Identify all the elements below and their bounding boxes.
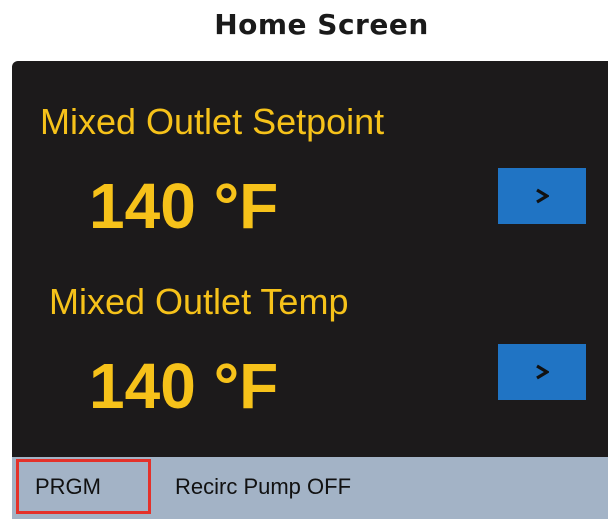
recirc-pump-status: Recirc Pump OFF [175,474,352,499]
page-title: Home Screen [214,8,429,41]
setpoint-detail-button[interactable] [498,168,586,224]
chevron-right-icon [535,188,549,204]
outlet-temp-detail-button[interactable] [498,344,586,400]
prgm-button-label: PRGM [35,473,101,499]
home-screen-page: Home Screen Mixed Outlet Setpoint 140 °F… [0,0,608,519]
setpoint-label: Mixed Outlet Setpoint [40,101,385,142]
outlet-temp-label: Mixed Outlet Temp [49,281,349,322]
setpoint-value: 140 °F [89,170,279,242]
prgm-button[interactable]: PRGM [16,459,151,514]
status-bar: PRGM Recirc Pump OFF [12,457,608,519]
controller-display: Mixed Outlet Setpoint 140 °F Mixed Outle… [12,61,608,519]
chevron-right-icon [535,364,549,380]
outlet-temp-value: 140 °F [89,350,279,422]
